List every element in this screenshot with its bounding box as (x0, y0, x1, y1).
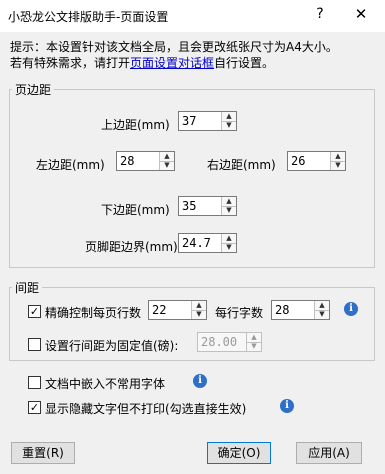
right-margin-label: 右边距(mm) (207, 158, 276, 172)
close-button[interactable]: ✕ (352, 5, 370, 25)
lines-per-page-spin-arrows: ▲ ▼ (191, 301, 206, 319)
window-title: 小恐龙公文排版助手-页面设置 (8, 10, 169, 24)
spin-down-icon: ▼ (251, 342, 257, 350)
help-button[interactable]: ? (312, 6, 328, 24)
reset-button[interactable]: 重置(R) (11, 442, 75, 464)
title-bar: 小恐龙公文排版助手-页面设置 ? ✕ (0, 0, 385, 32)
bottom-margin-value[interactable]: 35 (182, 199, 196, 213)
lines-per-page-value[interactable]: 22 (152, 303, 166, 317)
bottom-margin-spin-arrows: ▲ ▼ (221, 197, 236, 215)
spin-down-icon[interactable]: ▼ (315, 310, 329, 319)
left-margin-spin-arrows: ▲ ▼ (159, 152, 174, 170)
spin-down-icon[interactable]: ▼ (160, 161, 174, 170)
chars-per-line-value[interactable]: 28 (275, 303, 289, 317)
precise-lines-checkbox[interactable]: ✓ (28, 305, 41, 318)
spin-down-icon[interactable]: ▼ (192, 310, 206, 319)
spin-down-icon[interactable]: ▼ (331, 161, 345, 170)
footer-distance-label: 页脚距边界(mm) (85, 240, 178, 254)
top-margin-spin-arrows: ▲ ▼ (221, 112, 236, 130)
spacing-group-title: 间距 (12, 279, 43, 296)
precise-lines-label[interactable]: 精确控制每页行数 (45, 304, 141, 321)
bottom-margin-label: 下边距(mm) (101, 203, 170, 217)
ok-button[interactable]: 确定(O) (207, 442, 271, 464)
footer-distance-value[interactable]: 24.7 (182, 236, 211, 250)
hint-text: 提示：本设置针对该文档全局，且会更改纸张尺寸为A4大小。 若有特殊需求，请打开页… (10, 39, 338, 71)
show-hidden-text-label[interactable]: 显示隐藏文字但不打印(勾选直接生效) (45, 400, 246, 417)
info-icon[interactable]: i (344, 302, 358, 316)
chars-per-line-spin-arrows: ▲ ▼ (314, 301, 329, 319)
info-icon[interactable]: i (280, 399, 294, 413)
page-setup-dialog-link[interactable]: 页面设置对话框 (130, 56, 214, 70)
info-icon[interactable]: i (193, 374, 207, 388)
fixed-line-spacing-spinner: 28.00 ▲ ▼ (197, 332, 262, 352)
fixed-line-spacing-label[interactable]: 设置行间距为固定值(磅): (45, 337, 178, 354)
fixed-line-spacing-checkbox[interactable] (28, 338, 41, 351)
left-margin-spinner[interactable]: 28 ▲ ▼ (116, 151, 175, 171)
fixed-line-spacing-spin-arrows: ▲ ▼ (246, 333, 261, 351)
right-margin-spin-arrows: ▲ ▼ (330, 152, 345, 170)
apply-button[interactable]: 应用(A) (296, 442, 362, 464)
spin-down-icon[interactable]: ▼ (222, 121, 236, 130)
hint-line-2-prefix: 若有特殊需求，请打开 (10, 56, 131, 70)
footer-distance-spinner[interactable]: 24.7 ▲ ▼ (178, 233, 237, 253)
embed-fonts-checkbox[interactable] (28, 376, 41, 389)
margins-group-title: 页边距 (12, 81, 55, 98)
embed-fonts-label[interactable]: 文档中嵌入不常用字体 (45, 375, 165, 392)
lines-per-page-spinner[interactable]: 22 ▲ ▼ (148, 300, 207, 320)
top-margin-label: 上边距(mm) (101, 118, 170, 132)
hint-line-2-suffix: 自行设置。 (214, 56, 275, 70)
left-margin-label: 左边距(mm) (36, 158, 105, 172)
spin-down-icon[interactable]: ▼ (222, 206, 236, 215)
top-margin-value[interactable]: 37 (182, 114, 196, 128)
left-margin-value[interactable]: 28 (120, 154, 134, 168)
show-hidden-text-checkbox[interactable]: ✓ (28, 401, 41, 414)
hint-line-2: 若有特殊需求，请打开页面设置对话框自行设置。 (10, 55, 338, 71)
chars-per-line-label: 每行字数 (215, 306, 264, 320)
spin-down-icon[interactable]: ▼ (222, 243, 236, 252)
top-margin-spinner[interactable]: 37 ▲ ▼ (178, 111, 237, 131)
footer-distance-spin-arrows: ▲ ▼ (221, 234, 236, 252)
fixed-line-spacing-value: 28.00 (201, 335, 238, 349)
right-margin-value[interactable]: 26 (291, 154, 305, 168)
right-margin-spinner[interactable]: 26 ▲ ▼ (287, 151, 346, 171)
chars-per-line-spinner[interactable]: 28 ▲ ▼ (271, 300, 330, 320)
hint-line-1: 提示：本设置针对该文档全局，且会更改纸张尺寸为A4大小。 (10, 40, 338, 54)
bottom-margin-spinner[interactable]: 35 ▲ ▼ (178, 196, 237, 216)
